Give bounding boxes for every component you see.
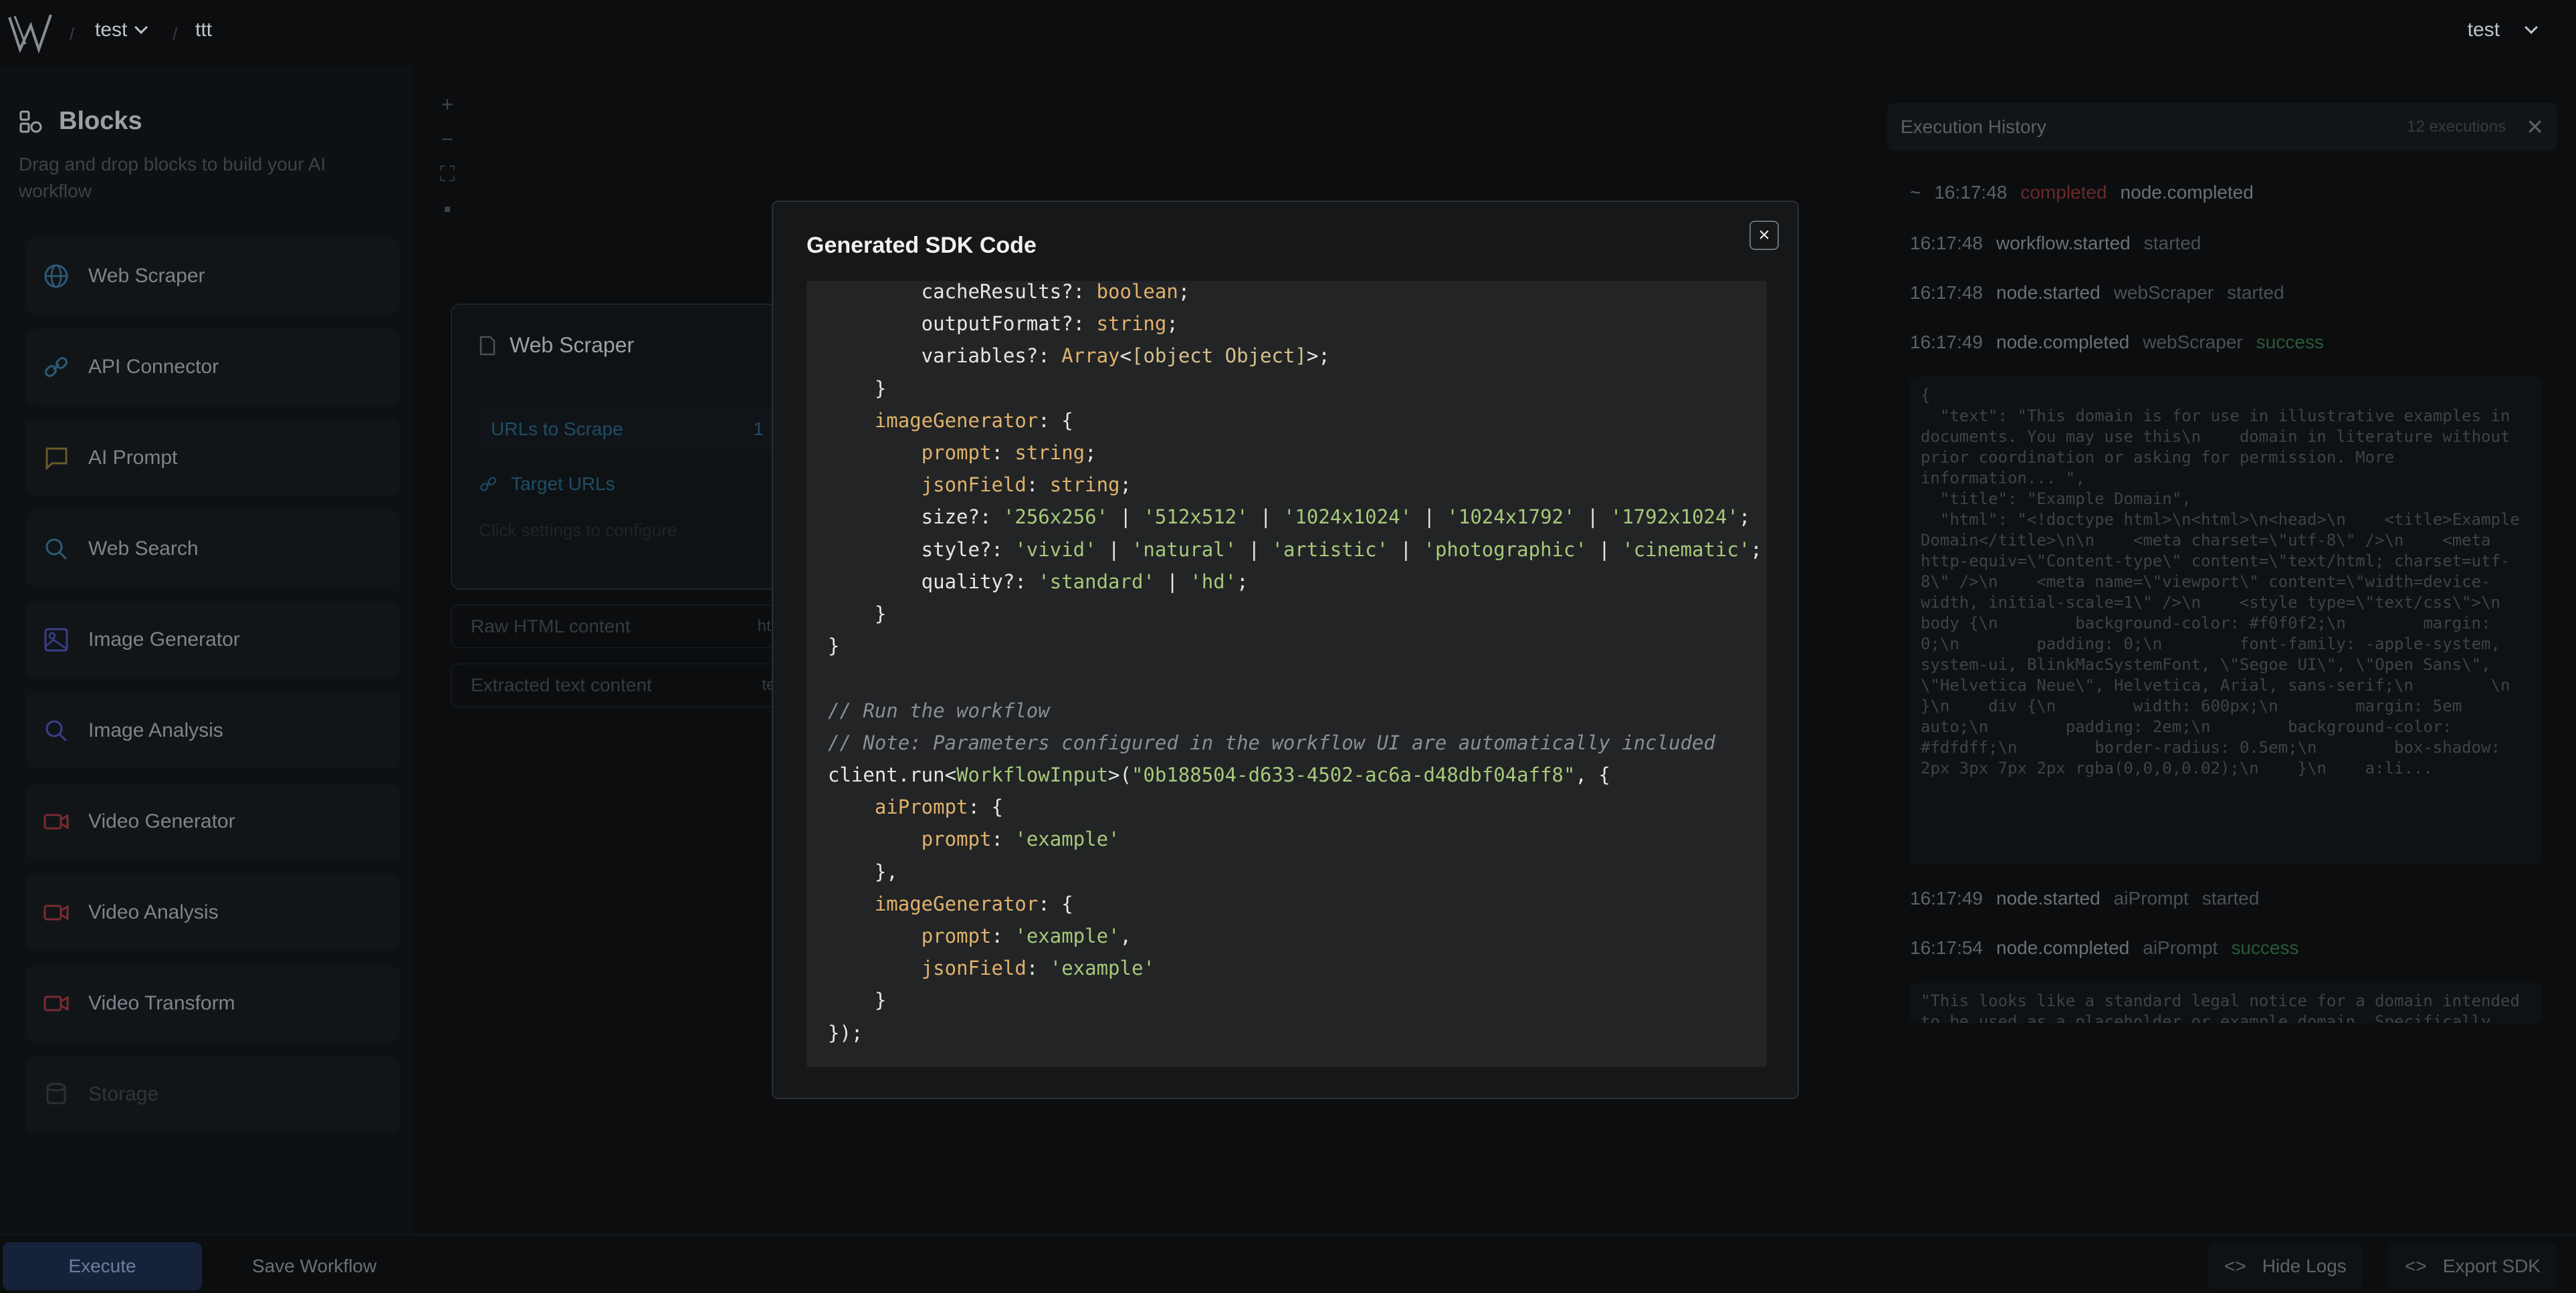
workflow-id: "0b188504-d633-4502-ac6a-d48dbf04aff8" <box>1131 763 1576 787</box>
close-icon: × <box>1758 224 1770 246</box>
sdk-code-modal: Generated SDK Code × cacheResults?: bool… <box>772 201 1799 1099</box>
code-comment: // Note: Parameters configured in the wo… <box>828 731 1715 754</box>
modal-title: Generated SDK Code <box>807 233 1037 258</box>
code-text: cacheResults?: boolean; outputFormat?: s… <box>828 281 1762 1044</box>
code-comment: // Run the workflow <box>828 699 1050 722</box>
close-button[interactable]: × <box>1749 221 1779 250</box>
code-block[interactable]: cacheResults?: boolean; outputFormat?: s… <box>807 281 1767 1067</box>
